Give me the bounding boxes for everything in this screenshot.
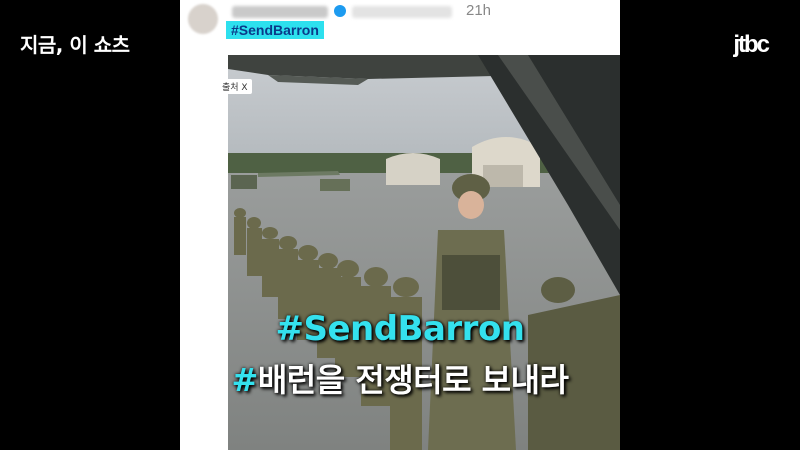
jtbc-logo: jtbc — [733, 31, 770, 58]
photo-source-label: 출처 X — [218, 79, 252, 94]
show-title: 지금, 이 쇼츠 — [20, 33, 130, 57]
hashtag-link[interactable]: #SendBarron — [226, 21, 324, 39]
verified-badge-icon — [334, 5, 346, 17]
author-avatar[interactable] — [188, 4, 218, 34]
caption-hash-symbol: # — [231, 361, 259, 399]
caption-hashtag: #SendBarron — [275, 309, 525, 349]
author-handle-blurred — [352, 6, 452, 18]
caption-korean-text: 배런을 전쟁터로 보내라 — [257, 361, 569, 399]
caption-korean-line: #배런을 전쟁터로 보내라 — [0, 355, 800, 401]
post-timestamp: 21h — [466, 2, 492, 19]
caption-hashtag-line: #SendBarron — [0, 309, 800, 349]
author-name-blurred[interactable] — [232, 6, 328, 18]
